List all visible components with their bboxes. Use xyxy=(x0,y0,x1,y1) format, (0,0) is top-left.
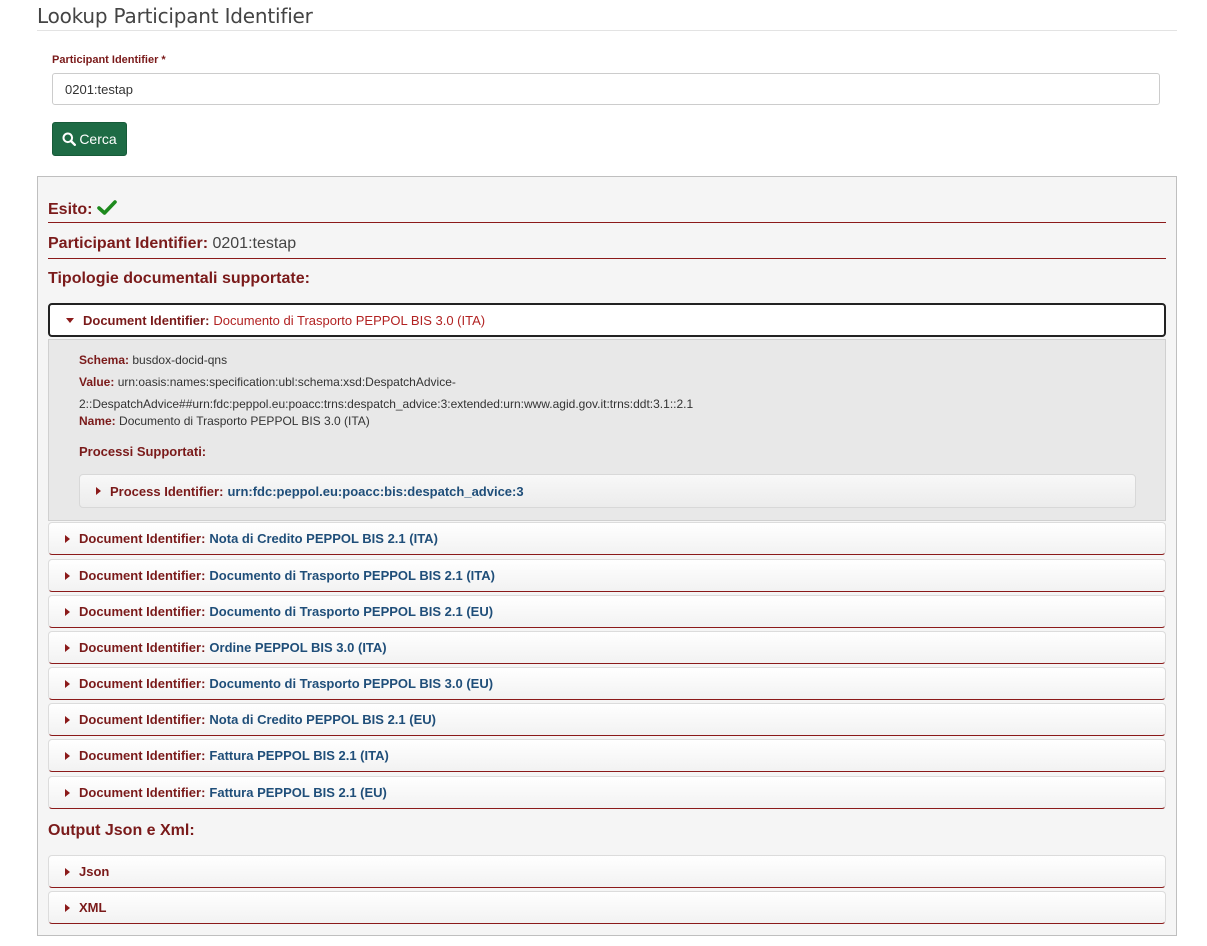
doc-value: Documento di Trasporto PEPPOL BIS 3.0 (E… xyxy=(209,676,494,691)
caret-down-icon xyxy=(66,317,74,323)
value-value-line1: urn:oasis:names:specification:ubl:schema… xyxy=(117,375,456,389)
caret-right-icon xyxy=(65,788,70,797)
caret-right-icon xyxy=(65,903,70,912)
doc-value: Nota di Credito PEPPOL BIS 2.1 (EU) xyxy=(209,712,436,727)
doc-label: Document Identifier: xyxy=(79,568,206,583)
doc-details-panel: Schema: busdox-docid-qns Value: urn:oasi… xyxy=(48,339,1166,521)
json-accordion[interactable]: Json xyxy=(48,855,1166,888)
value-row-continued: 2::DespatchAdvice##urn:fdc:peppol.eu:poa… xyxy=(79,396,693,412)
doc-accordion[interactable]: Document Identifier: Documento di Traspo… xyxy=(48,559,1166,592)
required-mark: * xyxy=(161,54,166,66)
participant-heading: Participant Identifier: 0201:testap xyxy=(48,235,296,253)
xml-label: XML xyxy=(79,900,107,915)
participant-identifier-label-text: Participant Identifier xyxy=(52,54,159,66)
doc-label: Document Identifier: xyxy=(83,312,210,328)
process-value: urn:fdc:peppol.eu:poacc:bis:despatch_adv… xyxy=(227,483,524,499)
esito-divider xyxy=(48,222,1166,223)
doc-accordion[interactable]: Document Identifier: Documento di Traspo… xyxy=(48,595,1166,628)
doc-value: Documento di Trasporto PEPPOL BIS 2.1 (E… xyxy=(209,604,494,619)
caret-right-icon xyxy=(65,715,70,724)
doc-accordion-open[interactable]: Document Identifier: Documento di Traspo… xyxy=(48,303,1166,337)
value-value-line2: 2::DespatchAdvice##urn:fdc:peppol.eu:poa… xyxy=(79,397,694,411)
check-icon xyxy=(97,200,117,215)
result-panel: Esito: Participant Identifier: 0201:test… xyxy=(37,176,1177,936)
caret-right-icon xyxy=(65,679,70,688)
participant-identifier-label: Participant Identifier * xyxy=(52,54,166,66)
name-label: Name: xyxy=(79,414,116,428)
process-accordion[interactable]: Process Identifier: urn:fdc:peppol.eu:po… xyxy=(79,474,1136,508)
schema-label: Schema: xyxy=(79,353,130,367)
name-value: Documento di Trasporto PEPPOL BIS 3.0 (I… xyxy=(119,414,370,428)
doc-value: Fattura PEPPOL BIS 2.1 (ITA) xyxy=(209,748,389,763)
participant-identifier-input[interactable] xyxy=(52,73,1160,105)
participant-heading-value: 0201:testap xyxy=(212,235,297,252)
caret-right-icon xyxy=(65,534,70,543)
doc-label: Document Identifier: xyxy=(79,712,206,727)
caret-right-icon xyxy=(65,643,70,652)
doc-accordion[interactable]: Document Identifier: Nota di Credito PEP… xyxy=(48,703,1166,736)
search-icon xyxy=(62,132,77,146)
doc-accordion[interactable]: Document Identifier: Fattura PEPPOL BIS … xyxy=(48,776,1166,809)
caret-right-icon xyxy=(65,607,70,616)
doc-value: Nota di Credito PEPPOL BIS 2.1 (ITA) xyxy=(209,531,438,546)
doc-label: Document Identifier: xyxy=(79,748,206,763)
caret-right-icon xyxy=(65,751,70,760)
doc-value: Documento di Trasporto PEPPOL BIS 3.0 (I… xyxy=(213,312,486,328)
name-row: Name: Documento di Trasporto PEPPOL BIS … xyxy=(79,413,370,429)
doc-label: Document Identifier: xyxy=(79,676,206,691)
doc-accordion[interactable]: Document Identifier: Fattura PEPPOL BIS … xyxy=(48,739,1166,772)
processes-heading: Processi Supportati: xyxy=(79,444,207,459)
doc-types-heading: Tipologie documentali supportate: xyxy=(48,270,310,287)
xml-accordion[interactable]: XML xyxy=(48,891,1166,924)
caret-right-icon xyxy=(96,487,101,495)
doc-label: Document Identifier: xyxy=(79,785,206,800)
doc-label: Document Identifier: xyxy=(79,531,206,546)
process-label: Process Identifier: xyxy=(110,483,224,499)
esito-label: Esito: xyxy=(48,201,93,218)
title-divider xyxy=(37,30,1177,31)
doc-label: Document Identifier: xyxy=(79,640,206,655)
output-heading: Output Json e Xml: xyxy=(48,822,195,839)
search-button[interactable]: Cerca xyxy=(52,122,127,156)
doc-label: Document Identifier: xyxy=(79,604,206,619)
value-label: Value: xyxy=(79,375,115,389)
doc-accordion[interactable]: Document Identifier: Documento di Traspo… xyxy=(48,667,1166,700)
page-title: Lookup Participant Identifier xyxy=(37,4,313,28)
doc-value: Documento di Trasporto PEPPOL BIS 2.1 (I… xyxy=(209,568,495,583)
doc-accordion[interactable]: Document Identifier: Ordine PEPPOL BIS 3… xyxy=(48,631,1166,664)
schema-value: busdox-docid-qns xyxy=(132,353,228,367)
value-row: Value: urn:oasis:names:specification:ubl… xyxy=(79,374,456,390)
participant-heading-label: Participant Identifier: xyxy=(48,235,209,252)
esito-heading: Esito: xyxy=(48,199,117,219)
caret-right-icon xyxy=(65,867,70,876)
doc-value: Ordine PEPPOL BIS 3.0 (ITA) xyxy=(209,640,387,655)
json-label: Json xyxy=(79,864,110,879)
caret-right-icon xyxy=(65,571,70,580)
participant-divider xyxy=(48,258,1166,259)
doc-accordion[interactable]: Document Identifier: Nota di Credito PEP… xyxy=(48,522,1166,555)
doc-value: Fattura PEPPOL BIS 2.1 (EU) xyxy=(209,785,387,800)
search-button-label: Cerca xyxy=(79,131,117,147)
schema-row: Schema: busdox-docid-qns xyxy=(79,352,227,368)
